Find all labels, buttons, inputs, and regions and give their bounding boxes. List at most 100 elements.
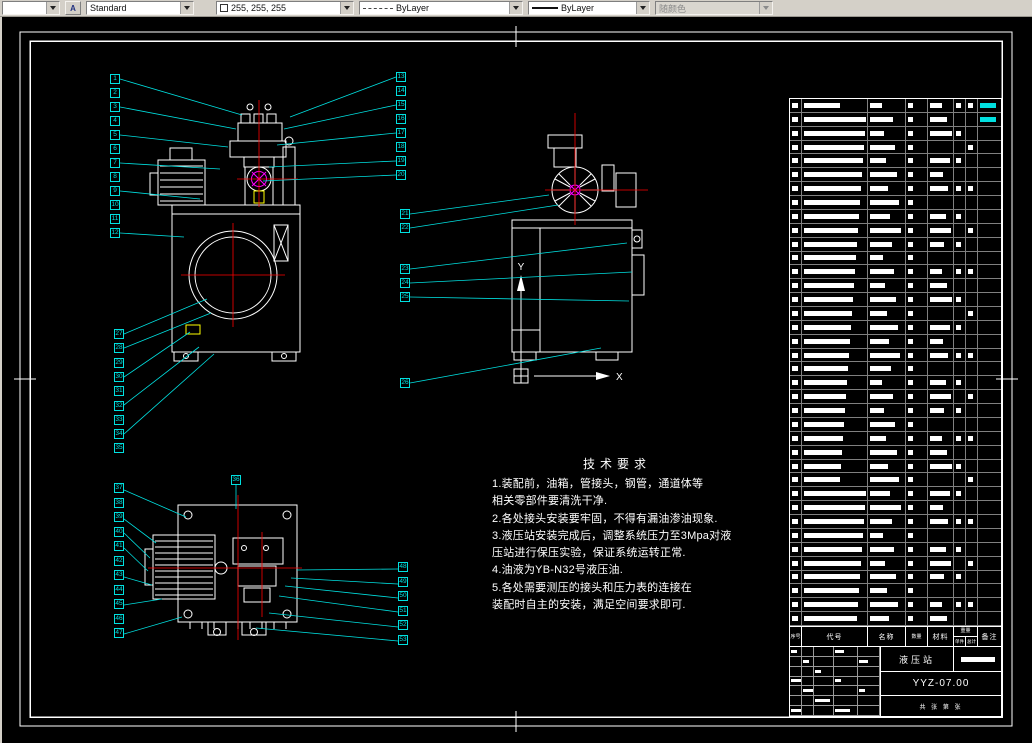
part-callout: 45: [114, 599, 124, 609]
bom-table: 序号 代号 名称 数量 材料 重量 单件 总计 备注: [789, 98, 1002, 647]
part-callout: 42: [114, 555, 124, 566]
part-callout: 33: [114, 414, 124, 425]
part-callout: 24: [400, 278, 410, 288]
tech-line: 装配时自主的安装，满足空间要求即可.: [492, 599, 686, 612]
bom-row: [790, 126, 1001, 141]
product-name: 液压站: [881, 647, 954, 671]
bom-row: [790, 501, 1001, 516]
tech-line: 相关零部件要清洗干净.: [492, 495, 608, 508]
bom-row: [790, 182, 1001, 197]
lineweight-sample-icon: [532, 7, 558, 9]
bom-header-code: 代号: [802, 627, 868, 646]
toolbar: A Standard 255, 255, 255 ByLayer ByLayer: [0, 0, 1032, 17]
part-callout: 30: [114, 371, 124, 382]
tech-line: 4.油液为YB-N32号液压油.: [492, 564, 623, 577]
part-callout: 36: [231, 475, 241, 485]
bom-row: [790, 515, 1001, 529]
tech-line: 1.装配前，油箱，管接头，钢管，通道体等: [492, 478, 704, 490]
part-callout: 50: [398, 591, 408, 601]
bom-row: [790, 598, 1001, 613]
text-style-combo[interactable]: Standard: [86, 1, 194, 15]
tech-line: 压站进行保压实验，保证系统运转正常.: [492, 547, 686, 560]
dropdown-arrow-icon[interactable]: [340, 2, 353, 14]
drawing-canvas[interactable]: Y X 技术要求 1.装配前，油箱，管接头，钢管，通道体等 相关零部件要清洗干净…: [0, 17, 1032, 743]
text-style-icon[interactable]: A: [65, 1, 81, 15]
part-callout: 51: [398, 605, 408, 616]
part-callout: 37: [114, 483, 124, 493]
part-callout: 23: [400, 264, 410, 274]
part-callout: 43: [114, 570, 124, 580]
bom-row: [790, 542, 1001, 557]
bom-header-remark: 备注: [981, 633, 998, 641]
dropdown-arrow-icon[interactable]: [46, 2, 59, 14]
bom-header-name: 名称: [868, 627, 906, 646]
partial-combo-value: [3, 2, 46, 14]
bom-row: [790, 584, 1001, 599]
bom-row: [790, 154, 1001, 169]
part-callout: 22: [400, 223, 410, 233]
bom-row: [790, 487, 1001, 502]
partial-combo[interactable]: [2, 1, 60, 15]
part-callout: 16: [396, 114, 406, 124]
style-combo-value: Standard: [90, 3, 127, 13]
bom-header-weight: 重量 单件 总计: [954, 627, 978, 646]
bom-row: [790, 140, 1001, 155]
bom-row: [790, 528, 1001, 543]
part-callout: 5: [110, 130, 120, 140]
bom-row: [790, 362, 1001, 377]
part-callout: 11: [110, 214, 120, 224]
part-callout: 47: [114, 628, 124, 638]
linetype-combo[interactable]: ByLayer: [359, 1, 523, 15]
ucs-y-label: Y: [518, 262, 525, 273]
part-callout: 15: [396, 100, 406, 110]
part-callout: 27: [114, 329, 124, 339]
linetype-combo-value: ByLayer: [396, 3, 430, 13]
bom-header-qty: 数量: [906, 627, 928, 646]
bom-row: [790, 612, 1001, 626]
dropdown-arrow-icon[interactable]: [180, 2, 193, 14]
part-callout: 20: [396, 170, 406, 180]
linetype-sample-icon: [363, 7, 393, 9]
part-callout: 3: [110, 102, 120, 112]
part-callout: 52: [398, 620, 408, 630]
part-callout: 29: [114, 357, 124, 368]
dropdown-arrow-icon[interactable]: [636, 2, 649, 14]
plot-style-combo: 随颜色: [655, 1, 773, 15]
ucs-icon: [513, 275, 610, 384]
bom-row: [790, 473, 1001, 488]
part-callout: 14: [396, 86, 406, 96]
part-callout: 39: [114, 512, 124, 522]
bom-row: [790, 265, 1001, 280]
part-callout: 53: [398, 634, 408, 645]
bom-row: [790, 348, 1001, 363]
part-callout: 48: [398, 562, 408, 572]
dropdown-arrow-icon[interactable]: [509, 2, 522, 14]
part-callout: 9: [110, 186, 120, 196]
part-callout: 12: [110, 228, 120, 238]
color-combo[interactable]: 255, 255, 255: [216, 1, 354, 15]
bom-rows: [790, 99, 1001, 626]
top-view: [144, 504, 298, 636]
plot-style-combo-value: 随颜色: [659, 3, 687, 14]
bom-header-material: 材料: [928, 627, 954, 646]
part-callout: 28: [114, 343, 124, 354]
part-callout: 8: [110, 172, 120, 182]
bom-row: [790, 445, 1001, 460]
bom-row: [790, 223, 1001, 238]
bom-row: [790, 459, 1001, 474]
bom-header: 序号 代号 名称 数量 材料 重量 单件 总计 备注: [790, 626, 1001, 646]
front-view: [149, 103, 301, 362]
part-callout: 17: [396, 128, 406, 138]
bom-row: [790, 320, 1001, 335]
part-callout: 40: [114, 526, 124, 537]
bom-header-seq: 序号: [790, 627, 802, 646]
bom-row: [790, 209, 1001, 224]
lineweight-combo[interactable]: ByLayer: [528, 1, 650, 15]
title-block: 液压站 YYZ-07.00 共 张 第 张: [789, 647, 1002, 717]
part-callout: 49: [398, 576, 408, 587]
tech-line: 5.各处需要测压的接头和压力表的连接在: [492, 581, 692, 594]
lineweight-combo-value: ByLayer: [561, 3, 595, 13]
tech-line: 2.各处接头安装要牢固，不得有漏油渗油现象.: [492, 512, 718, 525]
sheet-info: 共 张 第 张: [919, 704, 963, 711]
tech-line: 3.液压站安装完成后，调整系统压力至3Mpa对液: [492, 529, 732, 542]
